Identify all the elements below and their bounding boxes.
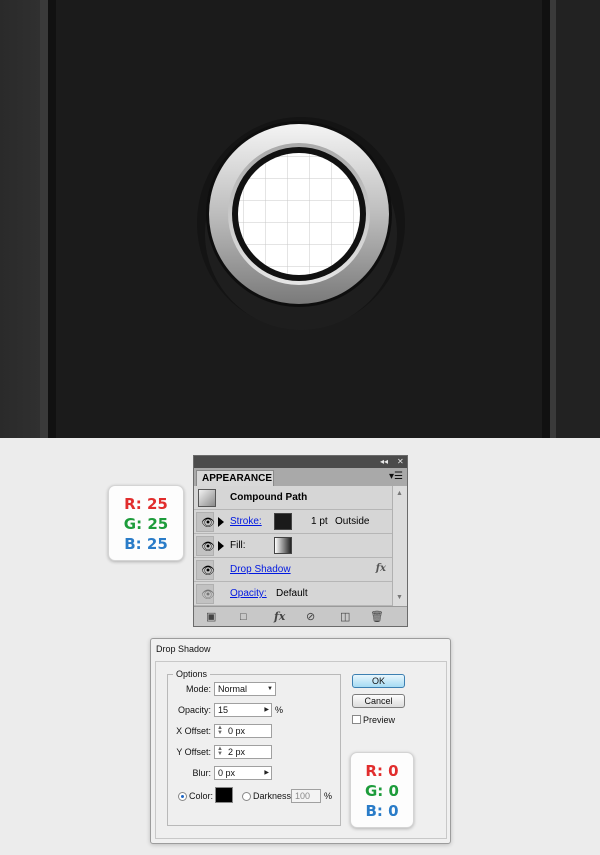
darkness-field[interactable]: 100 — [291, 789, 321, 803]
row-opacity[interactable]: 👁 Opacity: Default — [194, 582, 392, 606]
eye-icon: 👁 — [201, 565, 215, 577]
y-offset-field[interactable]: ▲ ▼ 2 px — [214, 745, 272, 759]
cancel-button[interactable]: Cancel — [352, 694, 405, 708]
mode-label: Mode: — [185, 684, 211, 694]
ring-grid-center — [238, 153, 360, 275]
blur-label: Blur: — [192, 768, 211, 778]
mode-select[interactable]: Normal ▼ — [214, 682, 276, 696]
add-stroke-icon[interactable]: ▣ — [206, 610, 216, 624]
expand-triangle-icon[interactable] — [218, 517, 224, 527]
visibility-toggle[interactable]: 👁 — [196, 536, 215, 556]
visibility-toggle[interactable]: 👁 — [196, 584, 215, 604]
right-bar-dark — [542, 0, 550, 438]
darkness-radio[interactable] — [242, 792, 251, 801]
darkness-unit: % — [324, 791, 333, 801]
left-bar-dark — [48, 0, 56, 438]
y-offset-value: 2 px — [228, 747, 246, 757]
opacity-value: 15 — [218, 705, 229, 715]
ring-illustration — [197, 117, 405, 330]
color-values-card: R: 0 G: 0 B: 0 — [350, 752, 414, 828]
opacity-label: Opacity: — [177, 705, 211, 715]
add-effect-icon[interactable]: fx — [274, 610, 285, 624]
panel-bottom-toolbar: ▣ □ fx ⊘ ◫ 🗑 — [194, 606, 407, 626]
dialog-title: Drop Shadow — [156, 644, 211, 654]
shadow-color-swatch[interactable] — [215, 787, 233, 803]
y-offset-label: Y Offset: — [176, 747, 211, 757]
opacity-field[interactable]: 15 ▶ — [214, 703, 272, 717]
stroke-link[interactable]: Stroke: — [230, 516, 262, 527]
dropdown-arrow-icon: ▶ — [264, 770, 269, 776]
drop-shadow-link[interactable]: Drop Shadow — [230, 564, 291, 575]
blur-value: 0 px — [218, 768, 236, 778]
scroll-up-icon[interactable]: ▲ — [396, 490, 403, 497]
panel-titlebar: ◂◂ ✕ — [194, 456, 407, 468]
darkness-value: 100 — [295, 791, 311, 801]
duplicate-item-icon[interactable]: ◫ — [340, 610, 350, 624]
red-value: R: 0 — [365, 762, 399, 780]
mode-value: Normal — [218, 684, 248, 694]
eye-icon: 👁 — [201, 541, 215, 553]
opacity-unit: % — [275, 705, 284, 715]
color-radio[interactable] — [178, 792, 187, 801]
blue-value: B: 0 — [365, 802, 399, 820]
left-panel — [0, 0, 40, 438]
fill-label: Fill: — [230, 540, 246, 551]
right-panel — [556, 0, 600, 438]
fill-swatch[interactable] — [274, 537, 292, 554]
appearance-rows: Compound Path 👁 Stroke: 1 pt Outside 👁 F… — [194, 486, 392, 606]
preview-label: Preview — [363, 715, 396, 725]
left-bar-light — [40, 0, 48, 438]
row-title: Compound Path — [230, 492, 308, 503]
path-thumbnail-icon — [198, 489, 216, 507]
add-fill-icon[interactable]: □ — [240, 610, 247, 624]
appearance-panel: ◂◂ ✕ APPEARANCE ▾☰ Compound Path 👁 Strok… — [193, 455, 408, 627]
ok-button[interactable]: OK — [352, 674, 405, 688]
x-offset-label: X Offset: — [176, 726, 211, 736]
row-stroke[interactable]: 👁 Stroke: 1 pt Outside — [194, 510, 392, 534]
collapse-icon[interactable]: ◂◂ — [380, 456, 388, 468]
blue-value: B: 25 — [124, 535, 168, 553]
expand-triangle-icon[interactable] — [218, 541, 224, 551]
dropdown-arrow-icon: ▼ — [267, 686, 273, 692]
panel-scrollbar[interactable]: ▲ ▼ — [392, 486, 407, 606]
scroll-down-icon[interactable]: ▼ — [396, 594, 403, 601]
eye-icon: 👁 — [201, 589, 215, 601]
stepper-icon[interactable]: ▲ ▼ — [217, 746, 223, 757]
dropdown-arrow-icon: ▶ — [264, 707, 269, 713]
close-icon[interactable]: ✕ — [397, 456, 404, 468]
preview-checkbox[interactable] — [352, 715, 361, 724]
green-value: G: 25 — [123, 515, 169, 533]
stepper-icon[interactable]: ▲ ▼ — [217, 725, 223, 736]
x-offset-field[interactable]: ▲ ▼ 0 px — [214, 724, 272, 738]
panel-menu-icon[interactable]: ▾☰ — [389, 471, 403, 482]
panel-tab-row: APPEARANCE ▾☰ — [194, 468, 407, 486]
red-value: R: 25 — [124, 495, 168, 513]
x-offset-value: 0 px — [228, 726, 246, 736]
tab-appearance[interactable]: APPEARANCE — [196, 470, 274, 486]
color-label: Color: — [189, 791, 214, 801]
row-fill[interactable]: 👁 Fill: — [194, 534, 392, 558]
visibility-toggle[interactable]: 👁 — [196, 560, 215, 580]
row-drop-shadow[interactable]: 👁 Drop Shadow fx — [194, 558, 392, 582]
eye-icon: 👁 — [201, 517, 215, 529]
stroke-swatch[interactable] — [274, 513, 292, 530]
clear-appearance-icon[interactable]: ⊘ — [306, 610, 315, 624]
opacity-value: Default — [276, 588, 308, 599]
color-values-card: R: 25 G: 25 B: 25 — [108, 485, 184, 561]
artwork-canvas — [0, 0, 600, 438]
stroke-align: Outside — [335, 516, 370, 527]
delete-item-icon[interactable]: 🗑 — [370, 610, 384, 624]
opacity-link[interactable]: Opacity: — [230, 588, 267, 599]
row-compound-path[interactable]: Compound Path — [194, 486, 392, 510]
green-value: G: 0 — [365, 782, 399, 800]
options-label: Options — [173, 669, 211, 679]
darkness-label: Darkness: — [253, 791, 294, 801]
visibility-toggle[interactable]: 👁 — [196, 512, 215, 532]
blur-field[interactable]: 0 px ▶ — [214, 766, 272, 780]
stroke-weight: 1 pt — [311, 516, 328, 527]
fx-icon[interactable]: fx — [376, 563, 386, 574]
